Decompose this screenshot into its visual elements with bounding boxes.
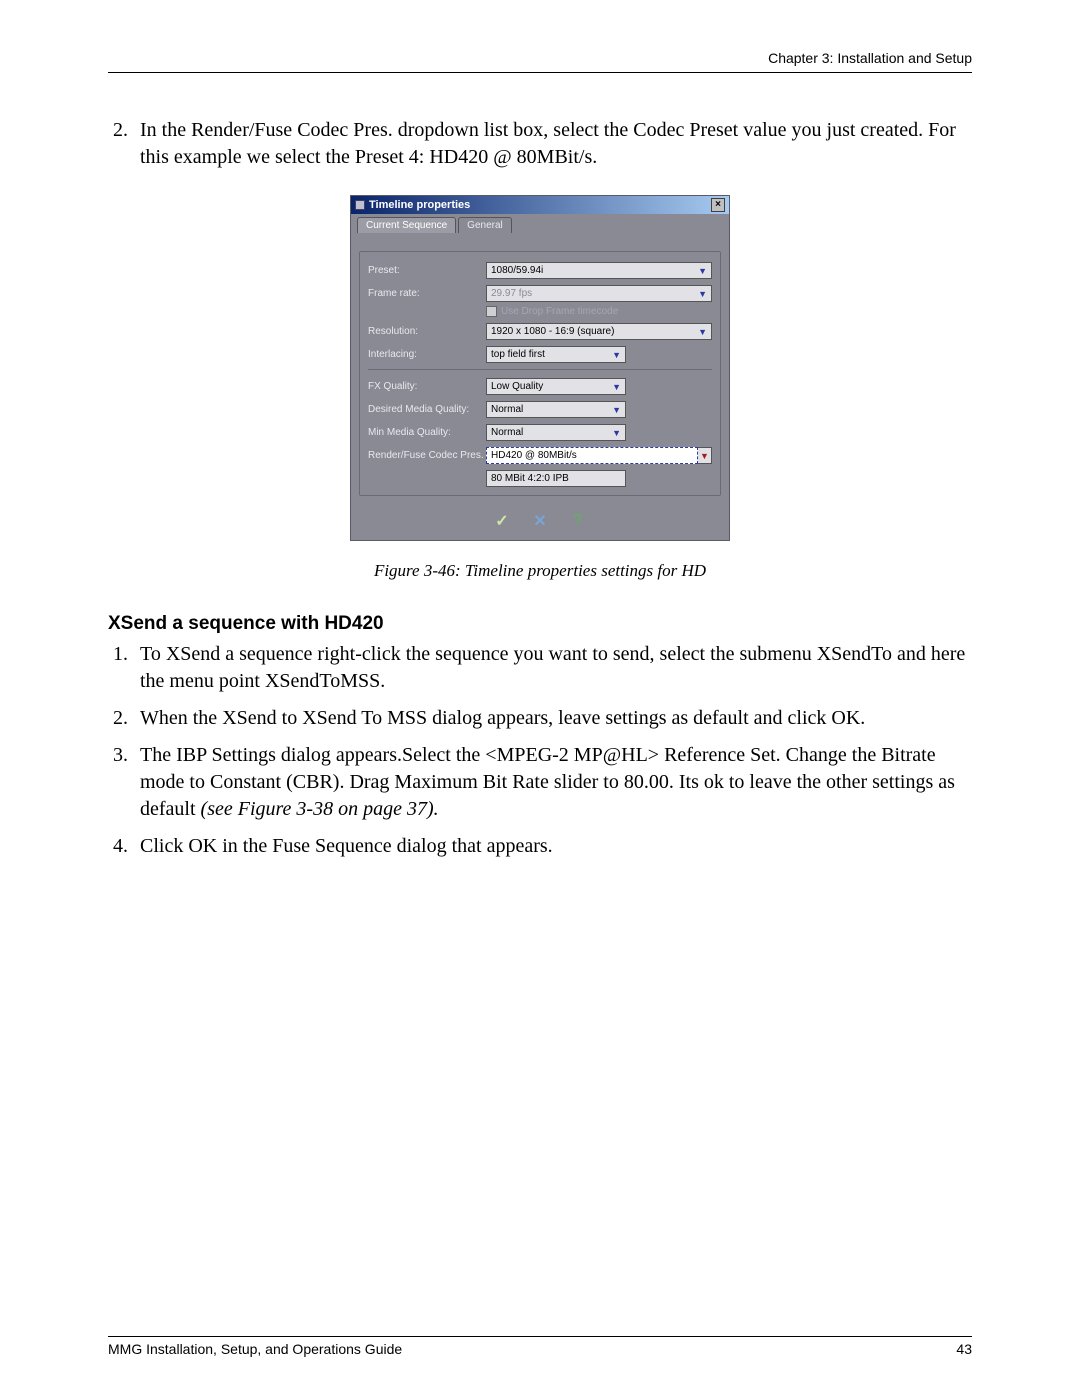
resolution-dropdown[interactable]: 1920 x 1080 - 16:9 (square) ▼ xyxy=(486,323,712,340)
timeline-properties-dialog: Timeline properties × Current Sequence G… xyxy=(350,195,730,541)
interlacing-dropdown[interactable]: top field first ▼ xyxy=(486,346,626,363)
step-number: 2. xyxy=(108,705,140,732)
step-text: The IBP Settings dialog appears.Select t… xyxy=(140,742,972,823)
fxquality-label: FX Quality: xyxy=(368,381,486,392)
dialog-button-row: ✓ ✕ ? xyxy=(351,504,729,540)
chevron-down-icon: ▼ xyxy=(612,382,621,392)
preset-value: 1080/59.94i xyxy=(491,265,543,276)
resolution-label: Resolution: xyxy=(368,326,486,337)
chevron-down-icon: ▼ xyxy=(612,405,621,415)
resolution-value: 1920 x 1080 - 16:9 (square) xyxy=(491,326,614,337)
step-number: 4. xyxy=(108,833,140,860)
dialog-titlebar: Timeline properties × xyxy=(351,196,729,214)
framerate-dropdown[interactable]: 29.97 fps ▼ xyxy=(486,285,712,302)
min-media-quality-value: Normal xyxy=(491,427,523,438)
help-icon[interactable]: ? xyxy=(568,512,588,530)
chevron-down-icon: ▼ xyxy=(698,327,707,337)
list-item: 2. When the XSend to XSend To MSS dialog… xyxy=(108,705,972,732)
page-footer: MMG Installation, Setup, and Operations … xyxy=(108,1336,972,1357)
steps-list: 1. To XSend a sequence right-click the s… xyxy=(108,641,972,860)
chevron-down-icon: ▼ xyxy=(698,289,707,299)
footer-title: MMG Installation, Setup, and Operations … xyxy=(108,1341,402,1357)
chevron-down-icon: ▼ xyxy=(698,266,707,276)
list-item: 3. The IBP Settings dialog appears.Selec… xyxy=(108,742,972,823)
codec-preset-value: HD420 @ 80MBit/s xyxy=(491,450,577,461)
intro-step: 2. In the Render/Fuse Codec Pres. dropdo… xyxy=(108,117,972,171)
step-text: In the Render/Fuse Codec Pres. dropdown … xyxy=(140,117,972,171)
list-item: 1. To XSend a sequence right-click the s… xyxy=(108,641,972,695)
codec-subvalue: 80 MBit 4:2:0 IPB xyxy=(486,470,626,487)
step-number: 1. xyxy=(108,641,140,695)
framerate-label: Frame rate: xyxy=(368,288,486,299)
interlacing-label: Interlacing: xyxy=(368,349,486,360)
framerate-value: 29.97 fps xyxy=(491,288,532,299)
step-number: 2. xyxy=(108,117,140,171)
footer-page-number: 43 xyxy=(956,1341,972,1357)
section-heading: XSend a sequence with HD420 xyxy=(108,613,972,635)
codec-preset-dropdown[interactable]: HD420 @ 80MBit/s xyxy=(486,447,698,464)
chevron-down-icon[interactable]: ▼ xyxy=(698,447,712,464)
step-text: When the XSend to XSend To MSS dialog ap… xyxy=(140,705,972,732)
chevron-down-icon: ▼ xyxy=(612,428,621,438)
step-text: To XSend a sequence right-click the sequ… xyxy=(140,641,972,695)
divider xyxy=(368,369,712,370)
desired-media-quality-label: Desired Media Quality: xyxy=(368,404,486,415)
desired-media-quality-value: Normal xyxy=(491,404,523,415)
dialog-tabs: Current Sequence General xyxy=(351,214,729,233)
figure-caption: Figure 3-46: Timeline properties setting… xyxy=(108,561,972,581)
ok-icon[interactable]: ✓ xyxy=(492,512,512,530)
dropframe-checkbox[interactable] xyxy=(486,306,497,317)
fxquality-dropdown[interactable]: Low Quality ▼ xyxy=(486,378,626,395)
cancel-icon[interactable]: ✕ xyxy=(530,512,550,530)
step-number: 3. xyxy=(108,742,140,823)
page-header: Chapter 3: Installation and Setup xyxy=(108,50,972,73)
close-icon[interactable]: × xyxy=(711,198,725,212)
list-item: 4. Click OK in the Fuse Sequence dialog … xyxy=(108,833,972,860)
tab-current-sequence[interactable]: Current Sequence xyxy=(357,217,456,233)
preset-label: Preset: xyxy=(368,265,486,276)
codec-preset-label: Render/Fuse Codec Pres. xyxy=(368,450,486,461)
desired-media-quality-dropdown[interactable]: Normal ▼ xyxy=(486,401,626,418)
dialog-title: Timeline properties xyxy=(369,199,470,211)
preset-dropdown[interactable]: 1080/59.94i ▼ xyxy=(486,262,712,279)
dropframe-label: Use Drop Frame timecode xyxy=(501,306,618,317)
min-media-quality-label: Min Media Quality: xyxy=(368,427,486,438)
tab-general[interactable]: General xyxy=(458,217,512,233)
step-text: Click OK in the Fuse Sequence dialog tha… xyxy=(140,833,972,860)
fxquality-value: Low Quality xyxy=(491,381,543,392)
min-media-quality-dropdown[interactable]: Normal ▼ xyxy=(486,424,626,441)
chevron-down-icon: ▼ xyxy=(612,350,621,360)
interlacing-value: top field first xyxy=(491,349,545,360)
dialog-icon xyxy=(355,200,365,210)
